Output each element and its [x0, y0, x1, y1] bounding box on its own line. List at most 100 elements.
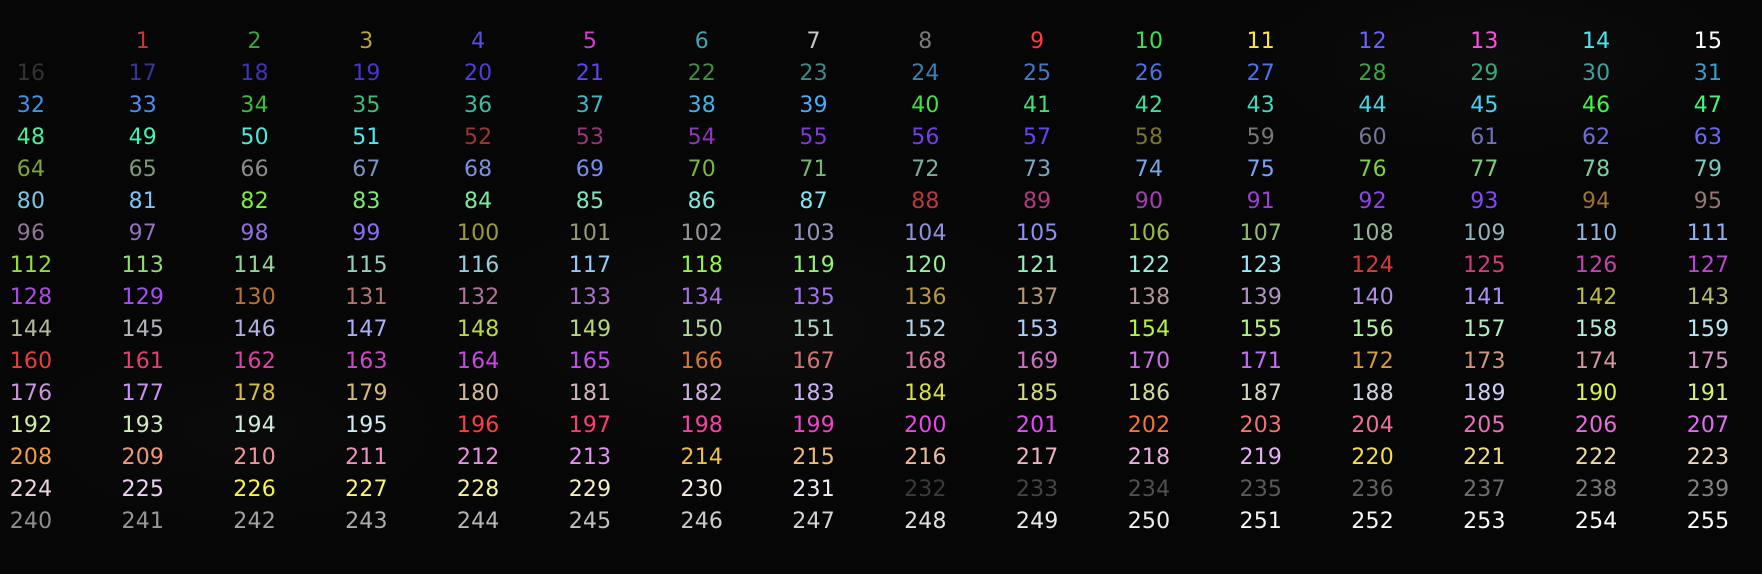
color-code-7: 7: [806, 29, 821, 54]
color-code-191: 191: [1686, 381, 1730, 406]
color-code-18: 18: [240, 61, 269, 86]
color-code-212: 212: [456, 445, 500, 470]
color-code-163: 163: [345, 349, 388, 374]
color-code-124: 124: [1351, 253, 1394, 278]
color-code-215: 215: [792, 445, 835, 470]
color-code-93: 93: [1470, 189, 1499, 214]
color-code-137: 137: [1015, 285, 1059, 310]
color-code-246: 246: [680, 509, 724, 534]
color-code-230: 230: [680, 477, 724, 502]
color-code-15: 15: [1693, 29, 1723, 54]
color-code-132: 132: [456, 285, 500, 310]
color-code-145: 145: [121, 317, 165, 342]
color-code-3: 3: [359, 29, 374, 54]
color-code-95: 95: [1693, 189, 1723, 214]
color-code-175: 175: [1686, 349, 1730, 374]
color-code-239: 239: [1686, 477, 1730, 502]
color-code-205: 205: [1463, 413, 1506, 438]
color-code-209: 209: [121, 445, 165, 470]
color-code-27: 27: [1246, 61, 1275, 86]
color-code-46: 46: [1581, 93, 1611, 118]
color-code-229: 229: [568, 477, 612, 502]
color-code-141: 141: [1463, 285, 1506, 310]
color-code-108: 108: [1351, 221, 1394, 246]
terminal-color-grid: 1 2 3 4 5 6 7 8 9 10 11 12 13 14 15 16 17 18 19 20 21 22 23 24 2…: [0, 0, 1762, 574]
color-code-71: 71: [799, 157, 828, 182]
color-code-134: 134: [680, 285, 724, 310]
color-code-31: 31: [1693, 61, 1723, 86]
color-code-60: 60: [1358, 125, 1387, 150]
color-code-37: 37: [575, 93, 605, 118]
color-code-179: 179: [345, 381, 388, 406]
color-code-25: 25: [1022, 61, 1052, 86]
color-code-240: 240: [9, 509, 53, 534]
color-code-105: 105: [1015, 221, 1059, 246]
color-code-161: 161: [121, 349, 165, 374]
color-code-14: 14: [1581, 29, 1611, 54]
color-code-117: 117: [568, 253, 612, 278]
color-code-190: 190: [1574, 381, 1618, 406]
color-code-159: 159: [1686, 317, 1730, 342]
color-code-206: 206: [1574, 413, 1618, 438]
color-code-156: 156: [1351, 317, 1394, 342]
color-code-44: 44: [1358, 93, 1387, 118]
color-code-62: 62: [1581, 125, 1611, 150]
color-code-219: 219: [1239, 445, 1283, 470]
color-code-2: 2: [247, 29, 262, 54]
color-code-70: 70: [687, 157, 716, 182]
color-code-40: 40: [911, 93, 940, 118]
color-code-110: 110: [1574, 221, 1618, 246]
color-code-94: 94: [1581, 189, 1611, 214]
color-code-149: 149: [568, 317, 612, 342]
color-code-155: 155: [1239, 317, 1283, 342]
color-code-223: 223: [1686, 445, 1730, 470]
color-code-75: 75: [1246, 157, 1275, 182]
color-code-12: 12: [1358, 29, 1387, 54]
color-code-41: 41: [1022, 93, 1052, 118]
color-code-47: 47: [1693, 93, 1723, 118]
color-code-251: 251: [1239, 509, 1283, 534]
color-code-86: 86: [687, 189, 716, 214]
color-code-248: 248: [904, 509, 947, 534]
color-code-195: 195: [345, 413, 388, 438]
color-code-202: 202: [1127, 413, 1171, 438]
color-code-147: 147: [345, 317, 388, 342]
color-code-244: 244: [456, 509, 500, 534]
color-code-35: 35: [352, 93, 381, 118]
color-code-172: 172: [1351, 349, 1394, 374]
color-code-69: 69: [575, 157, 605, 182]
color-code-83: 83: [352, 189, 381, 214]
color-code-63: 63: [1693, 125, 1723, 150]
color-code-184: 184: [904, 381, 947, 406]
color-code-54: 54: [687, 125, 716, 150]
color-code-186: 186: [1127, 381, 1171, 406]
color-code-50: 50: [240, 125, 269, 150]
color-code-165: 165: [568, 349, 612, 374]
color-code-247: 247: [792, 509, 835, 534]
color-code-109: 109: [1463, 221, 1506, 246]
color-code-96: 96: [16, 221, 46, 246]
color-code-153: 153: [1015, 317, 1059, 342]
color-code-91: 91: [1246, 189, 1275, 214]
color-code-19: 19: [352, 61, 381, 86]
color-code-13: 13: [1470, 29, 1499, 54]
color-code-242: 242: [233, 509, 276, 534]
color-code-113: 113: [121, 253, 165, 278]
color-code-8: 8: [918, 29, 933, 54]
color-code-182: 182: [680, 381, 724, 406]
color-code-243: 243: [345, 509, 388, 534]
color-code-123: 123: [1239, 253, 1283, 278]
color-code-98: 98: [240, 221, 269, 246]
color-code-192: 192: [9, 413, 53, 438]
color-code-146: 146: [233, 317, 276, 342]
color-code-245: 245: [568, 509, 612, 534]
color-code-26: 26: [1134, 61, 1164, 86]
color-code-138: 138: [1127, 285, 1171, 310]
color-code-10: 10: [1134, 29, 1164, 54]
color-code-166: 166: [680, 349, 724, 374]
color-code-89: 89: [1022, 189, 1052, 214]
color-code-157: 157: [1463, 317, 1506, 342]
color-code-208: 208: [9, 445, 53, 470]
color-code-187: 187: [1239, 381, 1283, 406]
color-code-133: 133: [568, 285, 612, 310]
